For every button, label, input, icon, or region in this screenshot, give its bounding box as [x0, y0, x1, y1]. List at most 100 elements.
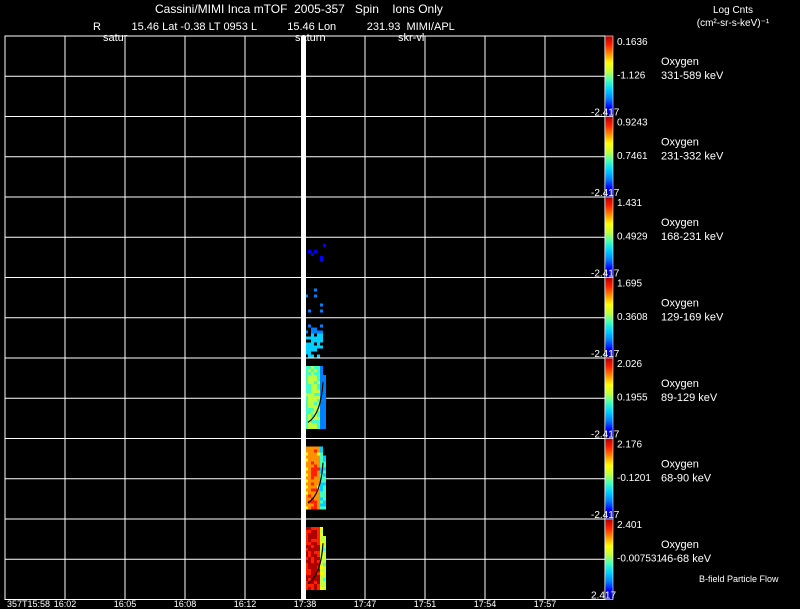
colorbar-max-label: 2.026 [617, 359, 642, 370]
data-pixel [323, 482, 326, 486]
data-pixel [323, 536, 326, 539]
data-pixel [323, 575, 326, 578]
data-pixel [314, 536, 317, 539]
data-pixel [314, 581, 317, 584]
data-pixel [308, 566, 311, 569]
data-pixel [323, 387, 326, 390]
data-pixel [317, 575, 320, 578]
data-pixel [311, 381, 314, 384]
x-tick-label: 16:08 [174, 599, 197, 609]
data-pixel [314, 476, 317, 480]
data-pixel [320, 572, 323, 575]
colorbar-mid-label: 0.3608 [617, 312, 648, 323]
data-pixel [308, 572, 311, 575]
data-pixel [320, 324, 323, 328]
data-pixel [323, 464, 326, 468]
data-pixel [323, 405, 326, 408]
data-pixel [317, 506, 320, 510]
data-pixel [317, 423, 320, 426]
data-pixel [323, 503, 326, 507]
data-pixel [308, 402, 311, 405]
colorbar-max-label: 0.9243 [617, 118, 648, 129]
data-pixel [314, 405, 317, 408]
data-pixel [317, 420, 320, 423]
data-pixel [311, 527, 314, 530]
data-pixel [314, 402, 317, 405]
data-pixel [314, 369, 317, 372]
colorbar-max-label: 1.695 [617, 279, 642, 290]
data-pixel [317, 339, 320, 343]
panel-3 [4, 196, 614, 278]
data-pixel [308, 533, 311, 536]
data-pixel [317, 476, 320, 480]
panel-energy-label: 331-589 keV [661, 70, 724, 82]
data-pixel [323, 500, 326, 504]
data-pixel [308, 345, 311, 349]
data-pixel [323, 408, 326, 411]
x-tick-label: 16:12 [234, 599, 257, 609]
data-pixel [317, 587, 320, 590]
data-pixel [308, 542, 311, 545]
data-pixel [317, 396, 320, 399]
data-pixel [320, 575, 323, 578]
data-pixel [311, 366, 314, 369]
panel-species-label: Oxygen [661, 136, 699, 148]
data-pixel [308, 351, 311, 355]
x-tick-label: 17:51 [414, 599, 437, 609]
panel-7 [4, 518, 614, 600]
colorbar-max-label: 2.401 [617, 520, 642, 531]
data-pixel [320, 488, 323, 492]
data-pixel [317, 539, 320, 542]
data-pixel [320, 417, 323, 420]
panel-energy-label: 89-129 keV [661, 392, 718, 404]
data-pixel [308, 527, 311, 530]
colorbar [604, 277, 614, 359]
data-pixel [320, 497, 323, 501]
colorbar-max-label: 1.431 [617, 198, 642, 209]
data-pixel [314, 396, 317, 399]
data-pixel [317, 333, 320, 337]
data-gap-bar [301, 36, 306, 600]
data-pixel [308, 545, 311, 548]
data-pixel [311, 485, 314, 489]
panel-species-label: Oxygen [661, 539, 699, 551]
data-pixel [323, 557, 326, 560]
colorbar-mid-label: -1.126 [617, 70, 646, 81]
data-pixel [320, 449, 323, 453]
data-pixel [311, 402, 314, 405]
data-pixel [317, 473, 320, 477]
data-pixel [317, 369, 320, 372]
x-tick-label: 16:05 [114, 599, 137, 609]
data-pixel [311, 557, 314, 560]
data-pixel [317, 578, 320, 581]
data-pixel [311, 408, 314, 411]
data-pixel [317, 503, 320, 507]
data-pixel [323, 470, 326, 474]
data-pixel [314, 578, 317, 581]
data-pixel [308, 342, 311, 346]
data-pixel [320, 330, 323, 334]
data-pixel [317, 393, 320, 396]
data-pixel [311, 584, 314, 587]
data-pixel [311, 530, 314, 533]
x-tick-label: 17:54 [474, 599, 497, 609]
data-pixel [317, 557, 320, 560]
data-pixel [320, 309, 323, 313]
data-pixel [320, 345, 323, 349]
data-pixel [308, 485, 311, 489]
data-pixel [314, 482, 317, 486]
data-pixel [320, 503, 323, 507]
data-pixel [314, 470, 317, 474]
data-pixel [320, 446, 323, 450]
data-pixel [317, 500, 320, 504]
data-pixel [320, 420, 323, 423]
data-pixel [323, 539, 326, 542]
data-pixel [320, 452, 323, 456]
data-pixel [311, 569, 314, 572]
data-pixel [308, 563, 311, 566]
data-pixel [320, 426, 323, 429]
colorbar-mid-label: 0.7461 [617, 151, 648, 162]
data-pixel [308, 381, 311, 384]
data-pixel [317, 387, 320, 390]
colorbar [604, 35, 614, 117]
